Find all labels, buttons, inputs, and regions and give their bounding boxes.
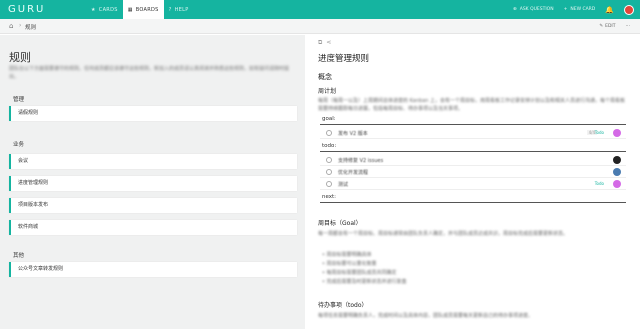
card-title: 进度管理规则 (318, 54, 370, 64)
plus-icon: + (563, 7, 568, 12)
new-card-label: NEW CARD (570, 7, 596, 12)
breadcrumb-actions: ✎ EDIT ⋯ (599, 19, 630, 34)
list-item[interactable]: 测试 Todo (320, 178, 626, 190)
list-item[interactable]: 支持修复 V2 issues (320, 154, 626, 166)
list-item[interactable]: 优化开发流程 (320, 166, 626, 178)
ask-question-button[interactable]: ⊕ ASK QUESTION (513, 7, 554, 12)
bullet-text: 周目标需要明确具体 (326, 252, 372, 258)
board-panel: 规则 团队在以下方面需要遵守的规则。任何成员都应该遵守这些规则，新加入的成员请认… (0, 35, 305, 329)
card-item[interactable]: 软件商城 (9, 220, 297, 235)
board-description: 团队在以下方面需要遵守的规则。任何成员都应该遵守这些规则，新加入的成员请认真阅读… (9, 66, 290, 80)
group-title: 管理 (9, 94, 297, 106)
group-business: 业务 会议 进度管理规则 项目版本发布 软件商城 (9, 139, 297, 242)
list-item: • 每周目标需要团队成员共同确定 (322, 270, 397, 276)
card-item[interactable]: 会议 (9, 154, 297, 169)
board-title: 规则 (9, 51, 31, 64)
bell-icon[interactable]: 🔔 (605, 6, 614, 14)
card-item[interactable]: 请假规则 (9, 106, 297, 121)
breadcrumb-current[interactable]: 规则 (25, 23, 36, 31)
subsection-heading: 周目标（Goal） (318, 220, 362, 227)
board-icon: ▦ (127, 6, 133, 13)
card-item[interactable]: 进度管理规则 (9, 176, 297, 191)
group-management: 管理 请假规则 (9, 94, 297, 128)
next-label: next: (322, 194, 337, 200)
help-icon: ? (168, 6, 172, 13)
kanban-example: goal: 发布 V2 版本 4/4 Todo todo: 支持修复 V2 is… (320, 115, 626, 205)
item-text: 优化开发流程 (338, 170, 369, 176)
group-title: 业务 (9, 139, 297, 151)
tab-label: HELP (174, 6, 189, 13)
avatar (613, 129, 621, 137)
nav-actions: ⊕ ASK QUESTION + NEW CARD 🔔 (513, 0, 634, 19)
group-title: 其他 (9, 250, 297, 262)
card-item[interactable]: 项目版本发布 (9, 198, 297, 213)
share-icon[interactable]: ⋖ (326, 39, 331, 47)
list-item: • 周目标要可以量化衡量 (322, 261, 377, 267)
group-other: 其他 公众号文章转发规则 (9, 250, 297, 284)
paragraph: 每项任务需要明确负责人，完成时间以及具体内容，团队成员需要每天更新自己的待办事项… (318, 313, 534, 319)
section-heading: 概念 (318, 73, 332, 81)
list-item: • 完成后需要及时更新状态并进行复盘 (322, 279, 407, 285)
bullet-text: 每周目标需要团队成员共同确定 (326, 270, 397, 276)
tab-label: BOARDS (135, 6, 159, 13)
item-text: 发布 V2 版本 (338, 131, 368, 137)
checkbox-icon[interactable] (326, 181, 332, 187)
goal-label: goal: (322, 116, 336, 122)
checkbox-icon[interactable] (326, 130, 332, 136)
new-card-button[interactable]: + NEW CARD (564, 7, 596, 12)
avatar (613, 168, 621, 176)
card-viewer: ⧉ ⋖ 进度管理规则 概念 周计划 每周（每周一以及）上周期间总体进度的 Kan… (306, 35, 640, 329)
item-tag: Todo (594, 130, 604, 135)
edit-label: EDIT (605, 24, 616, 29)
divider (320, 151, 626, 152)
divider (320, 202, 626, 203)
app-logo[interactable]: GURU (8, 4, 45, 15)
nav-tabs: ★ CARDS ▦ BOARDS ? HELP (86, 0, 194, 19)
bullet-list: • 周目标需要明确具体 • 周目标要可以量化衡量 • 每周目标需要团队成员共同确… (322, 251, 622, 287)
divider (320, 124, 626, 125)
tab-label: CARDS (98, 6, 118, 13)
item-text: 测试 (338, 182, 349, 188)
copy-icon[interactable]: ⧉ (318, 39, 322, 47)
checkbox-icon[interactable] (326, 169, 332, 175)
pencil-icon: ✎ (599, 24, 604, 29)
chevron-right-icon: › (19, 22, 22, 29)
subsection-heading: 待办事项（todo） (318, 302, 368, 309)
checkbox-icon[interactable] (326, 157, 332, 163)
more-icon[interactable]: ⋯ (626, 24, 631, 29)
star-icon: ★ (91, 6, 96, 13)
paragraph: 每周（每周一以及）上周期间总体进度的 Kanban 上，会有一个周目标，用周看板… (318, 98, 626, 112)
edit-button[interactable]: ✎ EDIT (599, 24, 615, 29)
list-item: • 周目标需要明确具体 (322, 252, 372, 258)
avatar (613, 180, 621, 188)
bullet-text: 周目标要可以量化衡量 (326, 261, 377, 267)
top-nav: GURU ★ CARDS ▦ BOARDS ? HELP ⊕ ASK QUEST… (0, 0, 640, 19)
breadcrumb: ⌂ › 规则 ✎ EDIT ⋯ (0, 19, 640, 34)
avatar[interactable] (624, 4, 634, 15)
home-icon[interactable]: ⌂ (9, 22, 13, 30)
card-actions: ⧉ ⋖ (318, 39, 331, 47)
card-item[interactable]: 公众号文章转发规则 (9, 262, 297, 277)
subsection-heading: 周计划 (318, 88, 337, 95)
list-item[interactable]: 发布 V2 版本 4/4 Todo (320, 127, 626, 139)
tab-cards[interactable]: ★ CARDS (86, 0, 123, 19)
avatar (613, 156, 621, 164)
question-icon: ⊕ (512, 7, 517, 12)
tab-boards[interactable]: ▦ BOARDS (122, 0, 164, 19)
paragraph: 每一周都会有一个周目标。周目标通常由团队负责人确定，并与团队成员达成共识，周目标… (318, 231, 569, 237)
ask-question-label: ASK QUESTION (519, 7, 554, 12)
item-text: 支持修复 V2 issues (338, 158, 384, 164)
bullet-text: 完成后需要及时更新状态并进行复盘 (326, 279, 407, 285)
tab-help[interactable]: ? HELP (164, 0, 194, 19)
todo-label: todo: (322, 143, 337, 149)
item-tag: Todo (594, 181, 604, 186)
